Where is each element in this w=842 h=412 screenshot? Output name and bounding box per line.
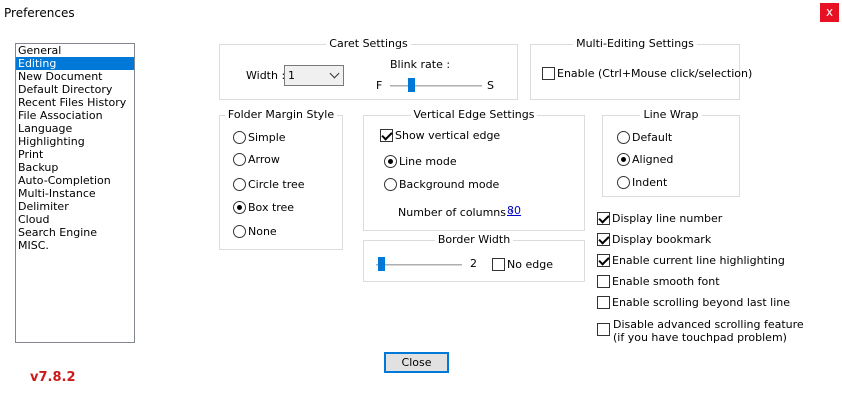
folder-none-label: None — [248, 224, 277, 238]
caret-width-value: 1 — [288, 69, 295, 82]
folder-option-box-tree[interactable]: Box tree — [233, 200, 294, 214]
no-edge-option[interactable]: No edge — [492, 257, 553, 271]
scroll-beyond-last-line-checkbox[interactable] — [597, 295, 610, 309]
blink-slow-label: S — [487, 79, 494, 92]
multi-edit-option[interactable]: Enable (Ctrl+Mouse click/selection) — [542, 66, 752, 80]
show-vertical-edge-checkbox[interactable] — [380, 128, 393, 142]
sidebar-item-highlighting[interactable]: Highlighting — [16, 135, 134, 148]
current-line-highlight-checkbox[interactable] — [597, 253, 610, 267]
folder-option-circle-tree[interactable]: Circle tree — [233, 177, 305, 191]
window-title: Preferences — [4, 6, 75, 20]
border-width-track — [376, 264, 462, 266]
folder-circle-tree-radio[interactable] — [233, 177, 246, 191]
sidebar-item-misc[interactable]: MISC. — [16, 239, 134, 252]
folder-circle-tree-label: Circle tree — [248, 177, 305, 191]
blink-rate-track — [390, 85, 482, 87]
smooth-font-option[interactable]: Enable smooth font — [597, 274, 720, 288]
category-list[interactable]: General Editing New Document Default Dir… — [15, 43, 135, 343]
display-bookmark-option[interactable]: Display bookmark — [597, 232, 711, 246]
border-width-value: 2 — [470, 257, 477, 270]
columns-label: Number of columns : — [398, 206, 514, 219]
close-button[interactable]: Close — [384, 352, 449, 373]
sidebar-item-new-document[interactable]: New Document — [16, 70, 134, 83]
show-vertical-edge-option[interactable]: Show vertical edge — [380, 128, 500, 142]
folder-margin-title: Folder Margin Style — [224, 108, 338, 121]
folder-option-arrow[interactable]: Arrow — [233, 152, 280, 166]
wrap-indent-radio[interactable] — [617, 175, 630, 189]
folder-option-none[interactable]: None — [233, 224, 277, 238]
multi-edit-title: Multi-Editing Settings — [573, 37, 697, 50]
scroll-beyond-last-line-label: Enable scrolling beyond last line — [612, 295, 791, 309]
folder-arrow-label: Arrow — [248, 152, 280, 166]
folder-simple-label: Simple — [248, 130, 286, 144]
no-edge-checkbox[interactable] — [492, 257, 505, 271]
folder-simple-radio[interactable] — [233, 130, 246, 144]
no-edge-label: No edge — [507, 257, 553, 271]
sidebar-item-editing[interactable]: Editing — [16, 57, 134, 70]
background-mode-label: Background mode — [399, 177, 500, 191]
advanced-scrolling-note: (if you have touchpad problem) — [613, 331, 787, 344]
display-bookmark-checkbox[interactable] — [597, 232, 610, 246]
sidebar-item-default-directory[interactable]: Default Directory — [16, 83, 134, 96]
sidebar-item-search-engine[interactable]: Search Engine — [16, 226, 134, 239]
blink-rate-label: Blink rate : — [390, 58, 451, 71]
folder-none-radio[interactable] — [233, 224, 246, 238]
columns-value-link[interactable]: 80 — [507, 204, 521, 217]
wrap-option-default[interactable]: Default — [617, 130, 672, 144]
sidebar-item-delimiter[interactable]: Delimiter — [16, 200, 134, 213]
current-line-highlight-label: Enable current line highlighting — [612, 253, 785, 267]
sidebar-item-print[interactable]: Print — [16, 148, 134, 161]
sidebar-item-language[interactable]: Language — [16, 122, 134, 135]
blink-rate-slider[interactable] — [408, 78, 415, 92]
smooth-font-checkbox[interactable] — [597, 274, 610, 288]
wrap-option-aligned[interactable]: Aligned — [617, 152, 673, 166]
sidebar-item-recent-files[interactable]: Recent Files History — [16, 96, 134, 109]
display-line-number-label: Display line number — [612, 211, 723, 225]
smooth-font-label: Enable smooth font — [612, 274, 720, 288]
advanced-scrolling-checkbox[interactable] — [597, 323, 610, 336]
line-mode-option[interactable]: Line mode — [384, 154, 457, 168]
display-bookmark-label: Display bookmark — [612, 232, 712, 246]
line-mode-radio[interactable] — [384, 154, 397, 168]
folder-box-tree-radio[interactable] — [233, 200, 246, 214]
folder-box-tree-label: Box tree — [248, 200, 295, 214]
sidebar-item-auto-completion[interactable]: Auto-Completion — [16, 174, 134, 187]
multi-edit-checkbox[interactable] — [542, 66, 555, 80]
wrap-default-radio[interactable] — [617, 130, 630, 144]
line-wrap-title: Line Wrap — [640, 108, 702, 121]
wrap-aligned-radio[interactable] — [617, 152, 630, 166]
vertical-edge-title: Vertical Edge Settings — [410, 108, 538, 121]
advanced-scrolling-label: Disable advanced scrolling feature — [613, 318, 804, 331]
version-label: v7.8.2 — [30, 370, 76, 385]
sidebar-item-cloud[interactable]: Cloud — [16, 213, 134, 226]
close-window-icon[interactable]: x — [820, 3, 839, 22]
wrap-indent-label: Indent — [632, 175, 668, 189]
border-width-title: Border Width — [434, 233, 514, 246]
caret-settings-title: Caret Settings — [326, 37, 411, 50]
line-mode-label: Line mode — [399, 154, 457, 168]
display-line-number-checkbox[interactable] — [597, 211, 610, 225]
sidebar-item-file-association[interactable]: File Association — [16, 109, 134, 122]
blink-fast-label: F — [376, 79, 383, 92]
advanced-scrolling-option[interactable]: Disable advanced scrolling feature (if y… — [597, 318, 837, 344]
folder-option-simple[interactable]: Simple — [233, 130, 286, 144]
display-line-number-option[interactable]: Display line number — [597, 211, 722, 225]
wrap-option-indent[interactable]: Indent — [617, 175, 667, 189]
sidebar-item-multi-instance[interactable]: Multi-Instance — [16, 187, 134, 200]
chevron-down-icon — [329, 68, 340, 79]
background-mode-option[interactable]: Background mode — [384, 177, 499, 191]
border-width-slider[interactable] — [378, 257, 385, 271]
scroll-beyond-last-line-option[interactable]: Enable scrolling beyond last line — [597, 295, 790, 309]
sidebar-item-general[interactable]: General — [16, 44, 134, 57]
caret-width-label: Width : — [246, 69, 286, 82]
folder-arrow-radio[interactable] — [233, 152, 246, 166]
sidebar-item-backup[interactable]: Backup — [16, 161, 134, 174]
background-mode-radio[interactable] — [384, 177, 397, 191]
wrap-default-label: Default — [632, 130, 673, 144]
current-line-highlight-option[interactable]: Enable current line highlighting — [597, 253, 785, 267]
wrap-aligned-label: Aligned — [632, 152, 674, 166]
caret-width-select[interactable]: 1 — [284, 65, 344, 86]
multi-edit-label: Enable (Ctrl+Mouse click/selection) — [557, 66, 753, 80]
show-vertical-edge-label: Show vertical edge — [395, 128, 501, 142]
